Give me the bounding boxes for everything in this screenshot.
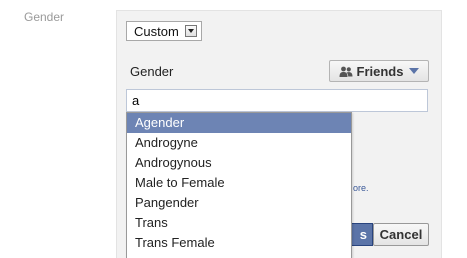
suggestion-item[interactable]: Trans Female (127, 233, 351, 253)
suggestion-item[interactable]: Agender (127, 113, 351, 133)
suggestion-item[interactable]: Androgynous (127, 153, 351, 173)
dropdown-arrow-icon (184, 25, 197, 37)
gender-section-label: Gender (24, 10, 65, 24)
suggestion-item[interactable]: Androgyne (127, 133, 351, 153)
suggestion-item[interactable]: Male to Female (127, 173, 351, 193)
gender-type-select[interactable]: Custom (126, 21, 202, 41)
audience-selector-label: Friends (356, 63, 404, 79)
friends-icon (339, 66, 353, 77)
cancel-button[interactable]: Cancel (373, 223, 429, 246)
gender-type-select-value: Custom (134, 23, 179, 39)
chevron-down-icon (409, 68, 420, 74)
suggestion-item[interactable]: Pangender (127, 193, 351, 213)
audience-selector-button[interactable]: Friends (329, 60, 429, 82)
gender-suggestions-list: Agender Androgyne Androgynous Male to Fe… (126, 112, 352, 258)
custom-gender-input[interactable] (126, 89, 428, 112)
gender-field-label: Gender (130, 64, 174, 79)
suggestion-item[interactable]: Trans (127, 213, 351, 233)
learn-more-link[interactable]: ore. (353, 183, 369, 193)
